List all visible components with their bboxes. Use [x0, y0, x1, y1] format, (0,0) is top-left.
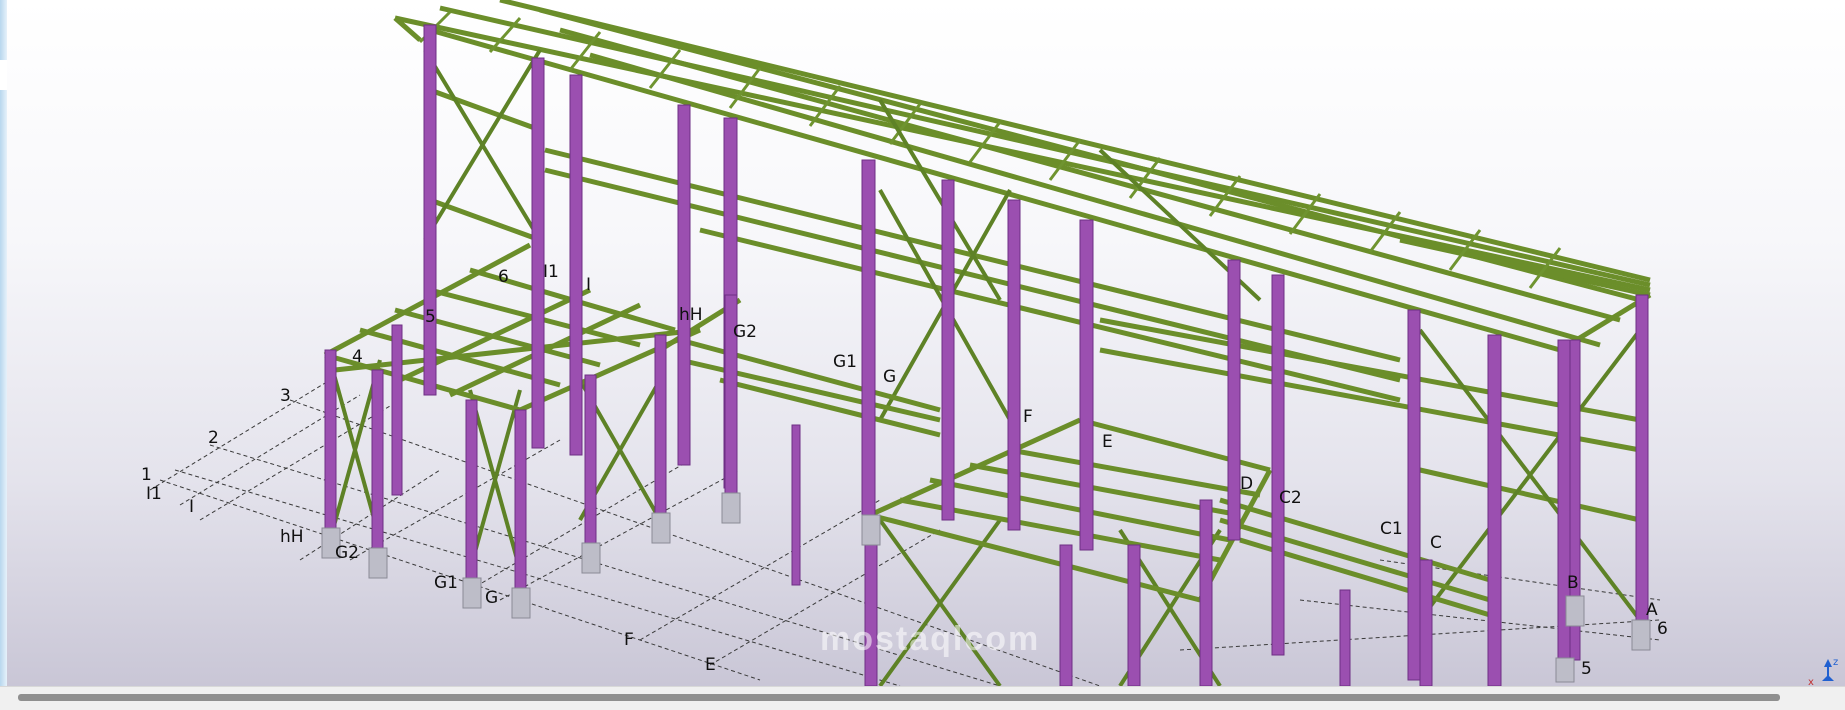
platform-left — [323, 242, 941, 438]
horizontal-scrollbar[interactable] — [0, 686, 1845, 710]
grid-label: 1 — [141, 465, 152, 485]
grid-label: I1 — [146, 484, 162, 504]
watermark: mostaqlcom — [820, 620, 1041, 658]
model-viewport[interactable]: 1 I1 I 2 3 4 5 6 I1 I hH hH G2 G2 G1 G G… — [0, 0, 1845, 686]
grid-label: G — [485, 588, 499, 608]
grid-label: I — [189, 497, 195, 517]
grid-label: A — [1646, 600, 1658, 620]
grid-label: E — [1102, 432, 1113, 452]
grid-label: G — [883, 367, 897, 387]
platform-right — [868, 417, 1491, 618]
grid-label: F — [1023, 407, 1033, 427]
grid-label: G2 — [335, 543, 359, 563]
grid-label: D — [1240, 474, 1254, 494]
grid-label: 6 — [1657, 619, 1668, 639]
grid-label: I — [586, 275, 592, 295]
grid-label: 3 — [280, 386, 291, 406]
grid-label: F — [624, 630, 634, 650]
grid-label: B — [1567, 573, 1579, 593]
scrollbar-thumb[interactable] — [18, 694, 1780, 701]
grid-label: 4 — [352, 347, 363, 367]
axis-x-label: x — [1808, 677, 1814, 686]
grid-label: 6 — [498, 267, 509, 287]
grid-label: E — [705, 655, 716, 675]
grid-label: C2 — [1279, 488, 1302, 508]
grid-label: G1 — [833, 352, 857, 372]
grid-label: G2 — [733, 322, 757, 342]
grid-label: hH — [679, 305, 703, 325]
axis-z-label: z — [1833, 657, 1838, 668]
grid-label: G1 — [434, 573, 458, 593]
axis-orientation-icon: z x — [1808, 657, 1838, 686]
grid-label: 5 — [425, 307, 436, 327]
grid-label: C1 — [1380, 519, 1403, 539]
grid-label: I1 — [543, 262, 559, 282]
grid-label: hH — [280, 527, 304, 547]
grid-label: 5 — [1581, 659, 1592, 679]
grid-label: C — [1430, 533, 1442, 553]
grid-label: 2 — [208, 428, 219, 448]
